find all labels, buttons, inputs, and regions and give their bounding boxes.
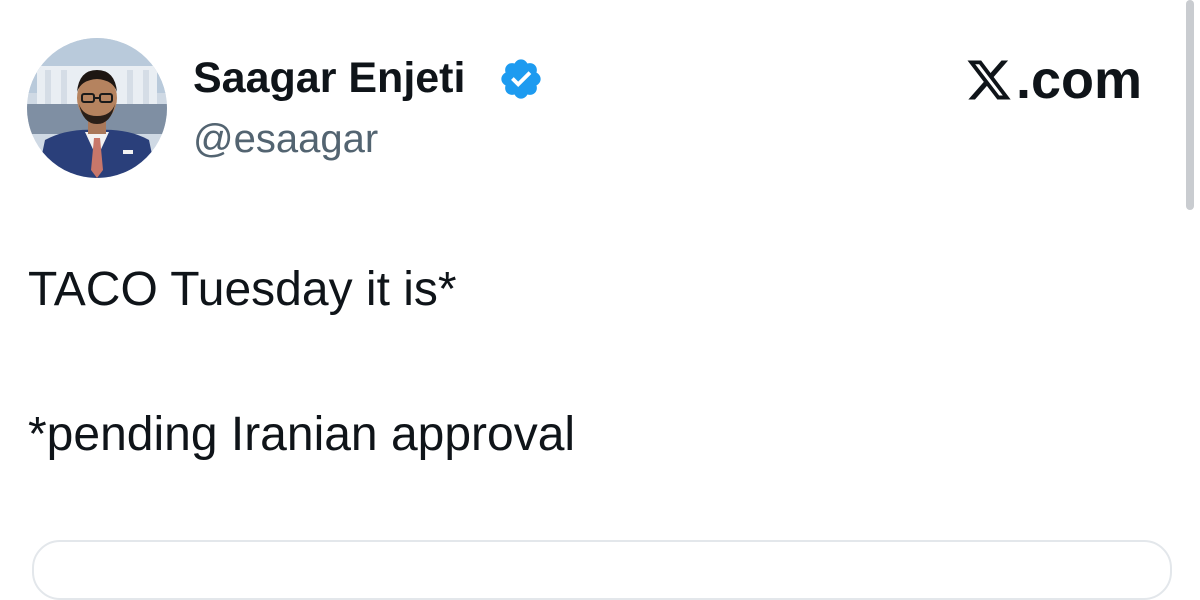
author-handle[interactable]: @esaagar [193,114,378,164]
tweet-card: Saagar Enjeti @esaagar .com TACO Tuesday… [0,0,1200,600]
embedded-card-edge[interactable] [32,540,1172,600]
verified-badge-icon [501,59,541,99]
tweet-text-line-1: TACO Tuesday it is* [28,263,457,316]
x-logo-icon [967,60,1011,100]
scrollbar[interactable] [1186,0,1194,210]
display-name[interactable]: Saagar Enjeti [193,50,465,106]
brand-domain-suffix: .com [1015,50,1142,110]
brand-logo: .com [964,50,1142,110]
profile-photo-icon [27,38,167,178]
tweet-text-line-2: *pending Iranian approval [28,408,576,461]
avatar[interactable] [27,38,167,178]
